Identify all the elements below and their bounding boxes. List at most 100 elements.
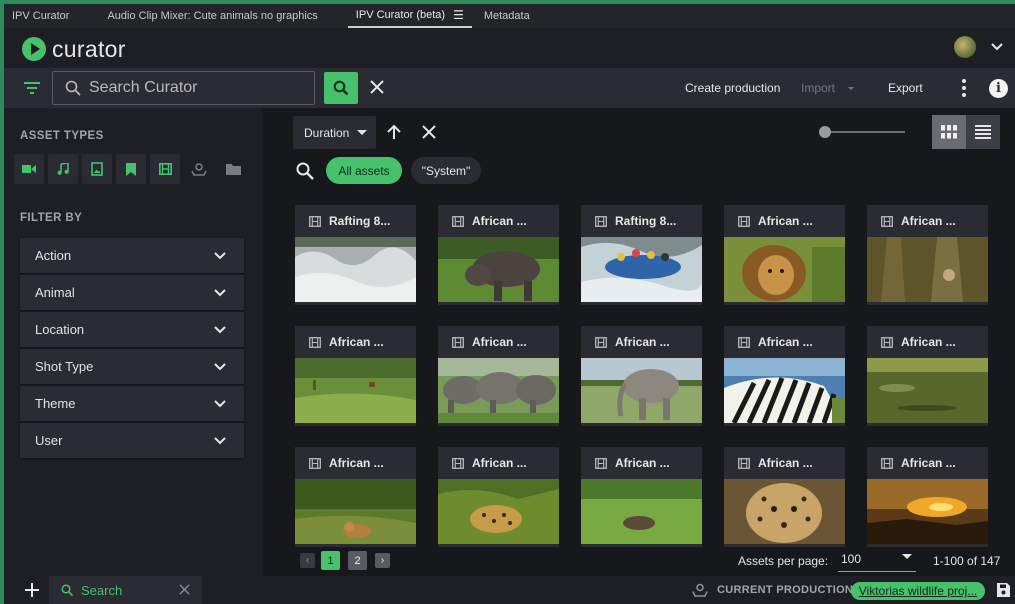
asset-card[interactable]: African ... — [438, 326, 559, 426]
asset-title-text: African ... — [901, 456, 956, 470]
search-icon — [61, 584, 73, 596]
user-avatar[interactable] — [954, 36, 976, 58]
tab-ipv-curator[interactable]: IPV Curator — [4, 4, 77, 28]
asset-title-text: African ... — [472, 456, 527, 470]
asset-thumbnail[interactable] — [438, 479, 559, 544]
asset-card[interactable]: African ... — [438, 205, 559, 305]
asset-thumbnail[interactable] — [295, 479, 416, 544]
page-1-button[interactable]: 1 — [321, 551, 340, 570]
tab-menu-icon[interactable]: ☰ — [453, 8, 464, 22]
asset-title-text: African ... — [901, 335, 956, 349]
asset-card[interactable]: Rafting 8... — [295, 205, 416, 305]
search-input[interactable] — [89, 79, 309, 97]
save-icon[interactable] — [997, 583, 1010, 597]
asset-card[interactable]: Rafting 8... — [581, 205, 702, 305]
curator-logo[interactable]: curator — [22, 37, 126, 61]
production-icon[interactable] — [184, 154, 214, 184]
asset-thumbnail[interactable] — [724, 237, 845, 302]
asset-card[interactable]: African ... — [581, 326, 702, 426]
search-icon — [65, 80, 81, 96]
system-chip[interactable]: "System" — [411, 157, 481, 184]
search-icon — [296, 162, 314, 180]
asset-thumbnail[interactable] — [867, 479, 988, 544]
asset-thumbnail[interactable] — [295, 358, 416, 423]
clear-sort-icon[interactable] — [421, 124, 437, 140]
slider-thumb[interactable] — [819, 126, 831, 138]
tab-metadata[interactable]: Metadata — [476, 4, 538, 28]
filter-label: Shot Type — [35, 359, 94, 374]
asset-title: African ... — [581, 326, 702, 358]
film-icon — [738, 336, 750, 348]
asset-thumbnail[interactable] — [581, 358, 702, 423]
arrow-up-icon[interactable] — [385, 123, 403, 141]
export-button[interactable]: Export — [888, 68, 923, 108]
filter-shot-type[interactable]: Shot Type — [20, 349, 244, 384]
thumbnail-size-slider[interactable] — [819, 126, 907, 138]
tab-ipv-curator-beta[interactable]: IPV Curator (beta) ☰ — [347, 4, 472, 28]
film-icon — [309, 215, 321, 227]
tab-audio-clip-mixer[interactable]: Audio Clip Mixer: Cute animals no graphi… — [99, 4, 325, 28]
result-range: 1-100 of 147 — [933, 554, 1001, 568]
asset-thumbnail[interactable] — [581, 479, 702, 544]
per-page-value: 100 — [841, 552, 862, 566]
video-icon[interactable] — [14, 154, 44, 184]
asset-thumbnail[interactable] — [867, 358, 988, 423]
per-page-select[interactable]: 100 — [838, 548, 916, 572]
bookmark-icon[interactable] — [116, 154, 146, 184]
asset-card[interactable]: African ... — [438, 447, 559, 547]
filter-label: User — [35, 433, 63, 448]
asset-card[interactable]: African ... — [867, 205, 988, 305]
next-page-button[interactable]: › — [375, 553, 390, 568]
filter-user[interactable]: User — [20, 423, 244, 458]
asset-card[interactable]: African ... — [724, 326, 845, 426]
asset-card[interactable]: African ... — [867, 326, 988, 426]
search-box — [52, 71, 315, 105]
asset-card[interactable]: African ... — [724, 447, 845, 547]
asset-thumbnail[interactable] — [724, 358, 845, 425]
grid-view-button[interactable] — [932, 115, 966, 149]
asset-card[interactable]: African ... — [295, 326, 416, 426]
close-tab-icon[interactable] — [179, 584, 190, 595]
search-tab-label: Search — [81, 582, 123, 598]
more-options-icon[interactable] — [959, 78, 969, 98]
asset-thumbnail[interactable] — [581, 237, 702, 302]
page-2-button[interactable]: 2 — [348, 551, 367, 570]
import-label: Import — [801, 81, 836, 95]
add-tab-icon[interactable] — [24, 582, 40, 598]
asset-card[interactable]: African ... — [581, 447, 702, 547]
prev-page-button[interactable]: ‹ — [300, 553, 315, 568]
app-window: IPV Curator Audio Clip Mixer: Cute anima… — [4, 4, 1015, 604]
film-icon — [881, 457, 893, 469]
filter-animal[interactable]: Animal — [20, 275, 244, 310]
search-icon — [333, 80, 349, 96]
film-icon[interactable] — [150, 154, 180, 184]
search-tab[interactable]: Search — [49, 576, 202, 604]
clear-search-icon[interactable] — [368, 78, 386, 96]
asset-card[interactable]: African ... — [724, 205, 845, 305]
asset-card[interactable]: African ... — [867, 447, 988, 547]
filter-theme[interactable]: Theme — [20, 386, 244, 421]
filter-icon[interactable] — [22, 78, 42, 98]
filter-action[interactable]: Action — [20, 238, 244, 273]
import-button[interactable]: Import — [801, 68, 855, 108]
list-view-button[interactable] — [966, 115, 1000, 149]
filter-location[interactable]: Location — [20, 312, 244, 347]
filter-label: Action — [35, 248, 72, 263]
asset-card[interactable]: African ... — [295, 447, 416, 547]
chevron-down-icon[interactable] — [990, 40, 1004, 54]
asset-thumbnail[interactable] — [438, 237, 559, 302]
all-assets-chip[interactable]: All assets — [326, 157, 402, 184]
image-icon[interactable] — [82, 154, 112, 184]
asset-thumbnail[interactable] — [438, 358, 559, 423]
current-production-link[interactable]: Viktorias wildlife proj... — [851, 582, 985, 600]
info-icon[interactable]: i — [989, 79, 1008, 98]
asset-thumbnail[interactable] — [295, 237, 416, 302]
search-button[interactable] — [324, 72, 358, 104]
sort-dropdown[interactable]: Duration — [293, 116, 376, 149]
caret-down-icon — [902, 554, 912, 559]
audio-icon[interactable] — [48, 154, 78, 184]
folder-icon[interactable] — [218, 154, 248, 184]
create-production-button[interactable]: Create production — [685, 68, 780, 108]
asset-thumbnail[interactable] — [867, 237, 988, 302]
asset-thumbnail[interactable] — [724, 479, 845, 544]
